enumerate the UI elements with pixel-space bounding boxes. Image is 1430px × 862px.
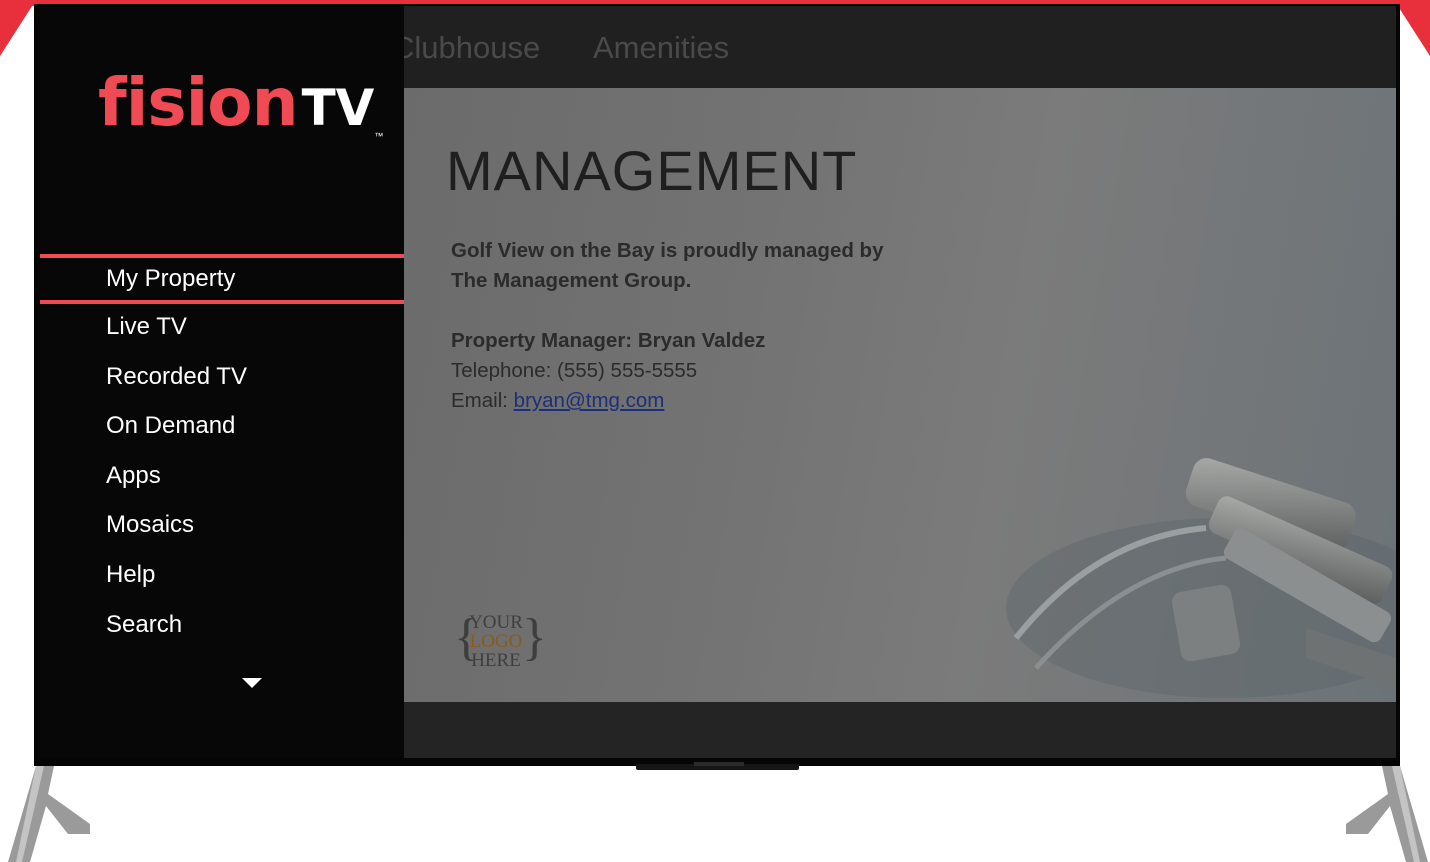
management-page: MANAGEMENT Golf View on the Bay is proud… xyxy=(404,88,1396,702)
email-label: Email: xyxy=(451,389,508,412)
trademark-symbol: ™ xyxy=(374,131,384,141)
tv-right-leg xyxy=(1346,766,1428,862)
menu-item-search[interactable]: Search xyxy=(40,602,404,652)
tv-stand-bar xyxy=(636,762,799,770)
management-info: Golf View on the Bay is proudly managed … xyxy=(451,236,971,416)
menu-item-apps[interactable]: Apps xyxy=(40,453,404,503)
logo-fision-text: fision xyxy=(98,64,299,141)
svg-text:}: } xyxy=(522,609,542,666)
your-logo-placeholder: { } YOUR LOGO HERE xyxy=(454,609,542,670)
side-menu: fisionTV™ My Property Live TV Recorded T… xyxy=(40,6,404,758)
logo-line-here: HERE xyxy=(471,650,521,670)
tv-left-leg xyxy=(8,766,90,862)
main-menu: My Property Live TV Recorded TV On Deman… xyxy=(40,254,404,651)
keys-background-image xyxy=(1006,458,1396,698)
logo-tv-text: TV xyxy=(301,79,375,137)
page-title: MANAGEMENT xyxy=(446,139,858,202)
logo-line-logo: LOGO xyxy=(470,631,523,652)
tab-amenities[interactable]: Amenities xyxy=(593,30,729,66)
telephone: Telephone: (555) 555-5555 xyxy=(451,359,698,382)
fision-tv-logo: fisionTV™ xyxy=(98,64,383,141)
bottom-strip xyxy=(404,702,1396,758)
intro-line-1: Golf View on the Bay is proudly managed … xyxy=(451,239,884,262)
menu-item-on-demand[interactable]: On Demand xyxy=(40,403,404,453)
email-link[interactable]: bryan@tmg.com xyxy=(514,389,665,412)
menu-item-my-property[interactable]: My Property xyxy=(40,254,404,304)
menu-item-help[interactable]: Help xyxy=(40,552,404,602)
chevron-down-icon[interactable] xyxy=(242,678,262,688)
logo-line-your: YOUR xyxy=(469,612,523,633)
property-manager: Property Manager: Bryan Valdez xyxy=(451,329,766,352)
email-row: Email: bryan@tmg.com xyxy=(451,386,971,416)
intro-line-2: The Management Group. xyxy=(451,269,692,292)
red-banner-left-corner xyxy=(0,0,36,56)
tv-screen: Clubhouse Amenities MANAGEMENT Golf View… xyxy=(40,6,1396,758)
menu-item-recorded-tv[interactable]: Recorded TV xyxy=(40,354,404,404)
menu-item-mosaics[interactable]: Mosaics xyxy=(40,502,404,552)
menu-item-live-tv[interactable]: Live TV xyxy=(40,304,404,354)
tab-clubhouse[interactable]: Clubhouse xyxy=(392,30,540,66)
